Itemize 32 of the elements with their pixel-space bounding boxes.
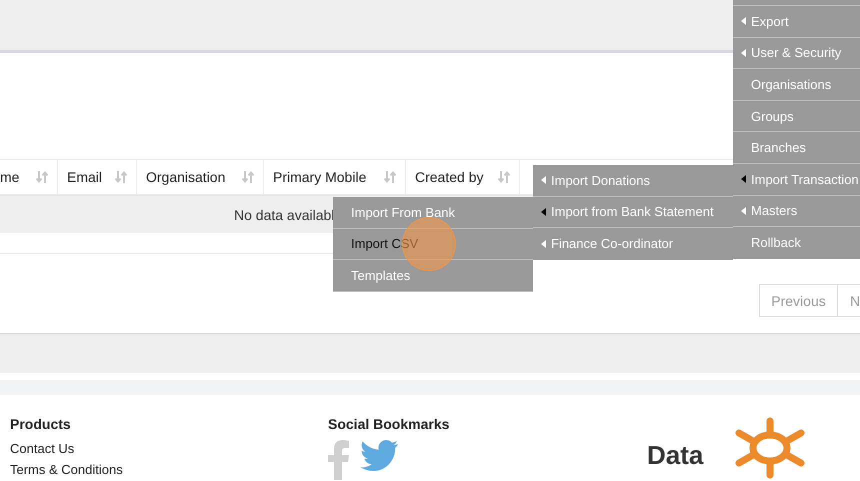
column-header[interactable]: Created by: [406, 160, 520, 194]
column-header[interactable]: Primary Mobile: [264, 160, 406, 194]
menu-item[interactable]: Templates: [333, 260, 533, 292]
menu-item[interactable]: Export: [733, 6, 860, 38]
footer-link[interactable]: Terms & Conditions: [10, 459, 328, 480]
footer-heading: Products: [10, 416, 72, 432]
menu-item[interactable]: Branches: [733, 132, 860, 164]
pagination-button[interactable]: N: [838, 284, 860, 317]
pagination-button[interactable]: Previous: [759, 284, 838, 317]
menu-item[interactable]: Import CSV: [333, 228, 533, 260]
footer-heading: Social Bookmarks: [328, 416, 450, 432]
sort-icon[interactable]: [383, 170, 397, 184]
sort-icon[interactable]: [241, 170, 255, 184]
empty-message: No data availabl: [234, 206, 334, 222]
twitter-icon[interactable]: [360, 440, 398, 472]
menu-item[interactable]: Groups: [733, 100, 860, 132]
menu-item[interactable]: Organisations: [733, 69, 860, 101]
menu-item[interactable]: Finance Co-ordinator: [533, 228, 733, 260]
menu-item[interactable]: Import From Bank: [333, 197, 533, 229]
column-header[interactable]: Organisation: [137, 160, 264, 194]
footer-link[interactable]: Contact Us: [10, 438, 328, 459]
column-header[interactable]: me: [0, 160, 58, 194]
sun-logo-icon: [733, 417, 807, 479]
facebook-icon[interactable]: [328, 440, 350, 480]
menu-item[interactable]: Import Donations: [533, 165, 733, 197]
sort-icon[interactable]: [114, 170, 128, 184]
menu-item[interactable]: User & Security: [733, 38, 860, 70]
sort-icon[interactable]: [497, 170, 511, 184]
logo-text: Data: [647, 441, 704, 469]
menu-item[interactable]: Rollback: [733, 227, 860, 259]
sort-icon[interactable]: [35, 170, 49, 184]
column-header[interactable]: Email: [58, 160, 137, 194]
